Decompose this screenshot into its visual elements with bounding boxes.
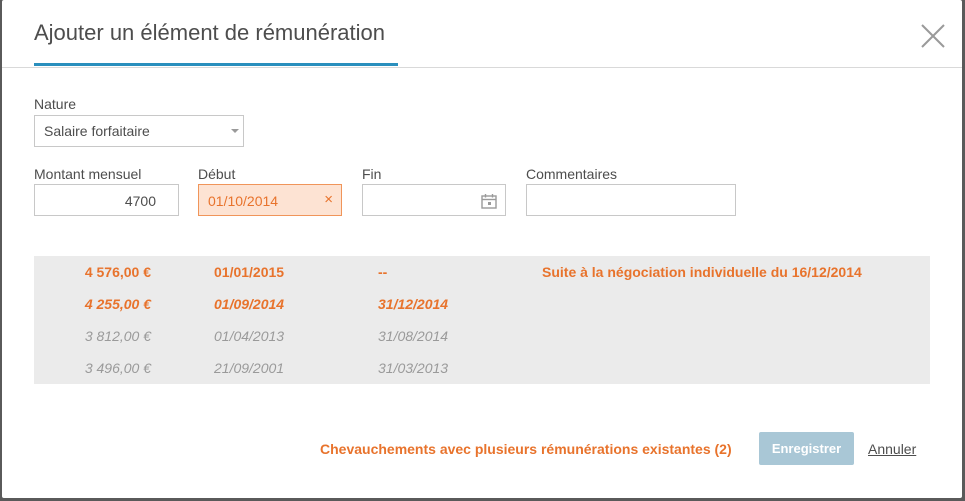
monthly-amount-value: 4700 — [124, 193, 156, 209]
nature-select[interactable]: Salaire forfaitaire — [34, 115, 244, 147]
chevron-down-icon — [231, 129, 239, 133]
title-underline — [34, 63, 398, 66]
history-comment: Suite à la négociation individuelle du 1… — [542, 264, 862, 280]
cancel-link[interactable]: Annuler — [868, 441, 916, 457]
history-amount: 3 812,00 € — [84, 328, 151, 344]
history-amount: 4 255,00 € — [84, 296, 151, 312]
history-row: 3 496,00 € 21/09/2001 31/03/2013 — [34, 352, 930, 384]
history-end: 31/08/2014 — [378, 328, 449, 344]
history-row: 4 255,00 € 01/09/2014 31/12/2014 — [34, 288, 930, 320]
history-amount: 4 576,00 € — [84, 264, 151, 280]
history-row: 4 576,00 € 01/01/2015 -- Suite à la négo… — [34, 256, 930, 288]
nature-select-value: Salaire forfaitaire — [44, 123, 150, 139]
start-date-input[interactable]: 01/10/2014 × — [198, 184, 342, 216]
history-row: 3 812,00 € 01/04/2013 31/08/2014 — [34, 320, 930, 352]
history-end: -- — [378, 264, 388, 280]
nature-label: Nature — [34, 96, 77, 112]
comments-input[interactable] — [526, 184, 736, 216]
history-amount: 3 496,00 € — [84, 360, 151, 376]
remuneration-history: 4 576,00 € 01/01/2015 -- Suite à la négo… — [34, 256, 930, 384]
history-start: 01/04/2013 — [214, 328, 285, 344]
overlap-warning: Chevauchements avec plusieurs rémunérati… — [320, 441, 732, 457]
calendar-icon[interactable] — [481, 193, 497, 209]
dialog-title: Ajouter un élément de rémunération — [34, 20, 385, 45]
add-remuneration-dialog: Ajouter un élément de rémunération Natur… — [2, 0, 962, 498]
end-date-label: Fin — [362, 166, 382, 182]
history-end: 31/12/2014 — [378, 296, 449, 312]
history-start: 01/01/2015 — [214, 264, 285, 280]
clear-icon[interactable]: × — [324, 191, 333, 208]
start-date-value: 01/10/2014 — [208, 193, 279, 209]
history-start: 01/09/2014 — [214, 296, 285, 312]
history-start: 21/09/2001 — [214, 360, 285, 376]
dialog-header: Ajouter un élément de rémunération — [2, 0, 962, 68]
monthly-amount-label: Montant mensuel — [34, 166, 142, 182]
monthly-amount-input[interactable]: 4700 — [34, 184, 179, 216]
start-date-label: Début — [198, 166, 236, 182]
end-date-input[interactable] — [362, 184, 506, 216]
close-icon[interactable] — [919, 22, 947, 50]
comments-label: Commentaires — [526, 166, 618, 182]
history-end: 31/03/2013 — [378, 360, 449, 376]
save-button[interactable]: Enregistrer — [759, 432, 854, 465]
